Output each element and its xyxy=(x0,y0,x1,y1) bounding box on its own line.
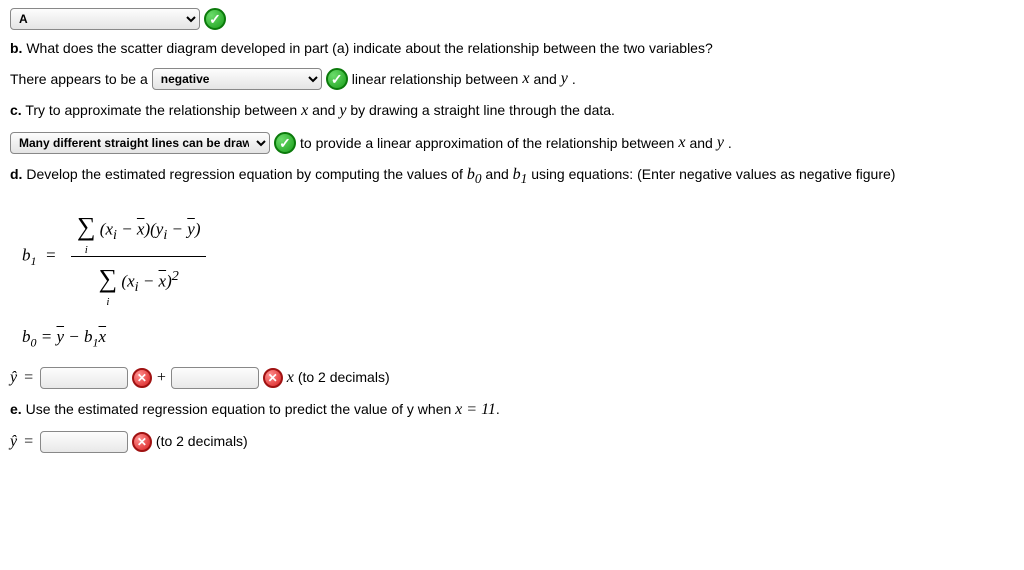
equals-sign: = xyxy=(23,366,34,390)
var-x: x xyxy=(301,102,308,119)
part-c-text2: by drawing a straight line through the d… xyxy=(350,102,615,118)
b1-symbol: b1 xyxy=(513,166,528,183)
part-b-question: b. What does the scatter diagram develop… xyxy=(10,38,1014,59)
var-x: x xyxy=(287,366,294,390)
part-e-label: e. xyxy=(10,401,22,417)
part-c-trail: to provide a linear approximation of the… xyxy=(300,133,674,154)
part-b-lead: There appears to be a xyxy=(10,69,148,90)
text-and: and xyxy=(485,166,508,182)
part-b-label: b. xyxy=(10,40,22,56)
var-x: x xyxy=(522,67,529,91)
b1-input[interactable] xyxy=(171,367,259,389)
part-d-text2: using equations: (Enter negative values … xyxy=(531,166,895,182)
part-d-label: d. xyxy=(10,166,22,182)
text-and: and xyxy=(533,69,556,90)
var-y: y xyxy=(339,102,346,119)
part-c-label: c. xyxy=(10,102,22,118)
yhat-symbol: ŷ xyxy=(10,430,17,454)
var-y: y xyxy=(561,67,568,91)
b0-input[interactable] xyxy=(40,367,128,389)
part-e-question: e. Use the estimated regression equation… xyxy=(10,398,1014,422)
part-d-input-row: ŷ = ✕ + ✕ x (to 2 decimals) xyxy=(10,366,1014,390)
part-d-trail: (to 2 decimals) xyxy=(298,367,390,388)
yhat-symbol: ŷ xyxy=(10,366,17,390)
part-a-dropdown[interactable]: A xyxy=(10,8,200,30)
equals-sign: = xyxy=(23,430,34,454)
part-c-dropdown[interactable]: Many different straight lines can be dra… xyxy=(10,132,270,154)
check-icon: ✓ xyxy=(274,132,296,154)
text-and: and xyxy=(689,133,712,154)
check-icon: ✓ xyxy=(326,68,348,90)
part-d-text1: Develop the estimated regression equatio… xyxy=(26,166,463,182)
cross-icon: ✕ xyxy=(132,368,152,388)
yhat-input[interactable] xyxy=(40,431,128,453)
var-x: x xyxy=(678,131,685,155)
part-e-input-row: ŷ = ✕ (to 2 decimals) xyxy=(10,430,1014,454)
cross-icon: ✕ xyxy=(263,368,283,388)
part-e-trail: (to 2 decimals) xyxy=(156,431,248,452)
check-icon: ✓ xyxy=(204,8,226,30)
text-and: and xyxy=(312,102,335,118)
part-b-trail: linear relationship between xyxy=(352,69,519,90)
part-e-text: Use the estimated regression equation to… xyxy=(26,401,452,417)
var-y: y xyxy=(717,131,724,155)
part-c-answer-row: Many different straight lines can be dra… xyxy=(10,131,1014,155)
part-b-dropdown[interactable]: negative xyxy=(152,68,322,90)
part-c-question: c. Try to approximate the relationship b… xyxy=(10,99,1014,123)
plus-sign: + xyxy=(156,366,167,390)
cross-icon: ✕ xyxy=(132,432,152,452)
part-c-text1: Try to approximate the relationship betw… xyxy=(25,102,297,118)
part-b-answer-row: There appears to be a negative ✓ linear … xyxy=(10,67,1014,91)
b0-symbol: b0 xyxy=(467,166,482,183)
part-a-row: A ✓ xyxy=(10,8,1014,30)
part-b-text: What does the scatter diagram developed … xyxy=(26,40,712,56)
b0-formula: b0 = y − b1x xyxy=(22,324,1014,351)
b1-formula: b1 = ∑i (xi − x)(yi − y) ∑i (xi − x)2 xyxy=(22,207,1014,306)
x-equals-11: x = 11 xyxy=(455,401,496,418)
part-d-question: d. Develop the estimated regression equa… xyxy=(10,163,1014,189)
